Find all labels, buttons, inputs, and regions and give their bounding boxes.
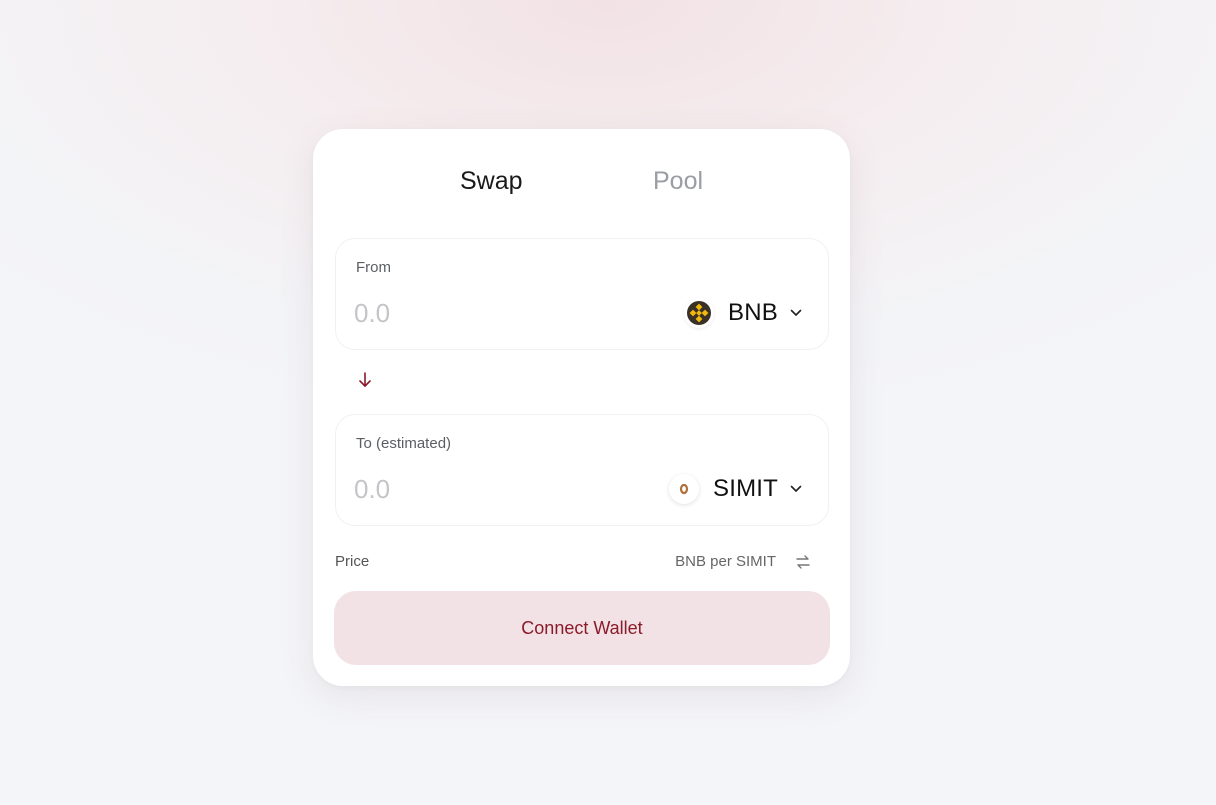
from-amount-input[interactable] xyxy=(354,295,574,331)
swap-card: Swap Pool From BNB xyxy=(313,129,850,686)
price-value: BNB per SIMIT xyxy=(675,553,776,570)
swap-direction-icon[interactable] xyxy=(792,552,814,572)
from-token-name: BNB xyxy=(728,299,778,326)
from-label: From xyxy=(356,259,391,276)
from-token-select[interactable]: BNB xyxy=(684,294,802,332)
bnb-icon xyxy=(684,298,715,328)
to-token-select[interactable]: SIMIT xyxy=(669,470,802,508)
chevron-down-icon xyxy=(790,307,802,319)
simit-icon xyxy=(669,474,699,504)
price-label: Price xyxy=(335,553,370,570)
swap-pool-tabs: Swap Pool xyxy=(313,165,850,201)
from-panel: From BNB xyxy=(335,238,829,350)
price-row: Price BNB per SIMIT xyxy=(335,551,828,575)
to-token-name: SIMIT xyxy=(713,475,778,502)
to-amount-input[interactable] xyxy=(354,471,574,507)
chevron-down-icon xyxy=(790,483,802,495)
tab-pool[interactable]: Pool xyxy=(653,165,703,197)
to-label: To (estimated) xyxy=(356,435,452,452)
tab-swap[interactable]: Swap xyxy=(460,165,523,197)
connect-wallet-button[interactable]: Connect Wallet xyxy=(334,591,830,665)
arrow-down-icon[interactable] xyxy=(357,371,373,389)
to-panel: To (estimated) SIMIT xyxy=(335,414,829,526)
